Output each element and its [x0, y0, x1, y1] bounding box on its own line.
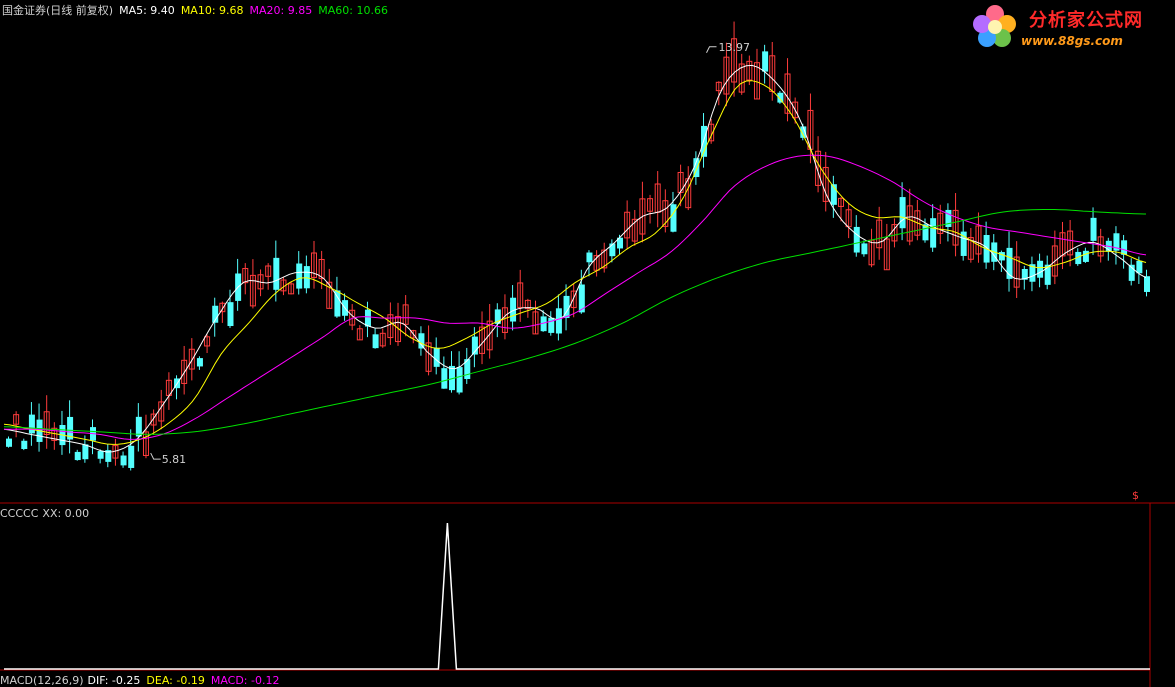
- logo: 分析家公式网 www.88gs.com: [969, 2, 1169, 52]
- ma5-label: MA5: 9.40: [119, 4, 175, 17]
- indicator-value: XX: 0.00: [42, 507, 90, 520]
- dollar-marker: $: [1132, 489, 1139, 502]
- logo-url: www.88gs.com: [1021, 34, 1123, 48]
- macd-value: MACD: -0.12: [210, 674, 280, 687]
- macd-dif: DIF: -0.25: [87, 674, 141, 687]
- flower-logo-icon: [973, 5, 1016, 47]
- chart-background: [0, 0, 1175, 687]
- ma10-label: MA10: 9.68: [180, 4, 244, 17]
- indicator-header: CCCCC XX: 0.00: [0, 507, 95, 520]
- ma20-label: MA20: 9.85: [249, 4, 313, 17]
- high-price-label: 13.97: [718, 41, 750, 54]
- macd-label: MACD(12,26,9): [0, 674, 84, 687]
- ma60-label: MA60: 10.66: [318, 4, 388, 17]
- logo-name: 分析家公式网: [1029, 10, 1143, 31]
- macd-dea: DEA: -0.19: [146, 674, 205, 687]
- low-price-label: 5.81: [162, 453, 187, 466]
- chart-header: 国金证券(日线 前复权) MA5: 9.40 MA10: 9.68 MA20: 9.8…: [2, 4, 394, 17]
- stock-title: 国金证券(日线 前复权): [2, 4, 114, 17]
- indicator-name: CCCCC: [0, 507, 39, 520]
- stock-chart[interactable]: 13.97 5.81 $: [0, 0, 1175, 687]
- macd-header: MACD(12,26,9) DIF: -0.25 DEA: -0.19 MACD: -…: [0, 674, 285, 687]
